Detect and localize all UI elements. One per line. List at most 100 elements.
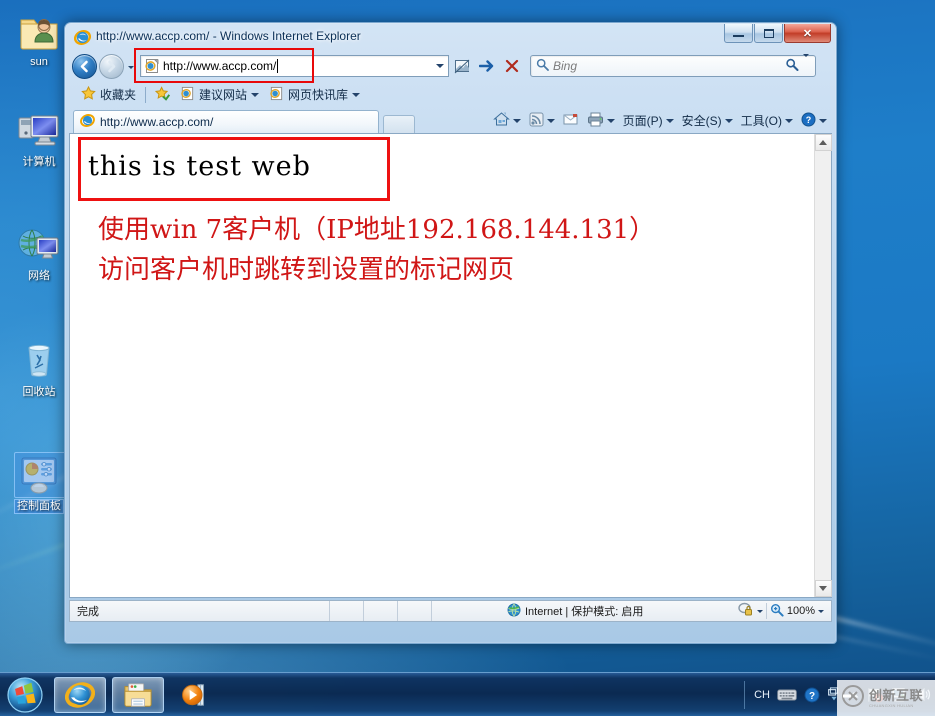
window-controls: ✕ bbox=[724, 24, 831, 43]
search-submit-icon[interactable] bbox=[785, 58, 799, 74]
cx-logo-icon bbox=[841, 684, 865, 713]
mail-icon bbox=[563, 113, 579, 129]
ie-icon bbox=[80, 113, 95, 131]
status-bar-right: 100% bbox=[738, 602, 831, 620]
home-button[interactable] bbox=[489, 109, 525, 132]
maximize-button[interactable] bbox=[754, 24, 783, 43]
chevron-down-icon[interactable] bbox=[352, 92, 361, 97]
chevron-down-icon[interactable] bbox=[606, 118, 615, 123]
feeds-button[interactable] bbox=[525, 110, 559, 132]
recycle-bin-icon bbox=[15, 338, 63, 384]
page-heading-text: this is test web bbox=[88, 151, 311, 182]
control-panel-icon bbox=[14, 452, 66, 498]
scroll-down-button[interactable] bbox=[814, 580, 832, 597]
status-panels bbox=[329, 601, 465, 621]
computer-icon bbox=[15, 108, 63, 154]
search-input[interactable]: Bing bbox=[553, 59, 785, 73]
start-button[interactable] bbox=[2, 675, 48, 715]
chevron-down-icon[interactable] bbox=[724, 118, 733, 123]
new-tab-button[interactable] bbox=[383, 115, 415, 133]
internet-explorer-window: http://www.accp.com/ - Windows Internet … bbox=[64, 22, 837, 644]
status-panel bbox=[397, 601, 431, 621]
user-folder-icon bbox=[15, 8, 63, 54]
rendered-web-page: this is test web 使用win 7客户机（IP地址192.168.… bbox=[70, 134, 814, 597]
back-button[interactable] bbox=[72, 53, 97, 79]
chevron-down-icon[interactable] bbox=[785, 118, 793, 123]
svg-text:?: ? bbox=[806, 115, 812, 125]
favorites-bar: 收藏夹 建议网站 网页快讯库 bbox=[68, 82, 833, 107]
zoom-level-label: 100% bbox=[786, 605, 815, 617]
window-titlebar[interactable]: http://www.accp.com/ - Windows Internet … bbox=[68, 24, 833, 50]
search-dropdown-button[interactable] bbox=[803, 54, 809, 75]
taskbar-button-media-player[interactable] bbox=[170, 677, 222, 713]
internet-explorer-icon bbox=[73, 29, 92, 46]
chevron-down-icon[interactable] bbox=[512, 118, 521, 123]
favorites-item-web-slice-gallery[interactable]: 网页快讯库 bbox=[264, 84, 365, 106]
internet-zone-icon bbox=[507, 603, 521, 620]
privacy-icon[interactable] bbox=[738, 602, 754, 620]
privacy-dropdown-icon[interactable] bbox=[756, 609, 763, 613]
desktop-icon-label: sun bbox=[30, 56, 48, 68]
favorites-item-label: 网页快讯库 bbox=[288, 88, 349, 102]
safety-menu-label: 安全(S) bbox=[681, 114, 722, 128]
annotation-line-1: 使用win 7客户机（IP地址192.168.144.131） bbox=[98, 215, 656, 245]
ie-icon bbox=[269, 86, 284, 104]
browser-tab[interactable]: http://www.accp.com/ bbox=[73, 110, 379, 133]
status-panel bbox=[431, 601, 465, 621]
navigation-bar: http://www.accp.com/ Bing bbox=[68, 48, 833, 83]
page-content-area: this is test web 使用win 7客户机（IP地址192.168.… bbox=[69, 133, 832, 598]
chevron-down-icon[interactable] bbox=[819, 118, 827, 123]
zoom-dropdown-icon[interactable] bbox=[818, 609, 824, 613]
close-button[interactable]: ✕ bbox=[784, 24, 831, 43]
search-box[interactable]: Bing bbox=[530, 54, 816, 77]
page-icon bbox=[144, 58, 160, 74]
minimize-icon bbox=[733, 35, 744, 37]
address-dropdown-button[interactable] bbox=[431, 56, 448, 76]
status-panel bbox=[329, 601, 363, 621]
vertical-scrollbar[interactable] bbox=[814, 134, 832, 597]
maximize-icon bbox=[763, 28, 774, 38]
minimize-button[interactable] bbox=[724, 24, 753, 43]
help-icon[interactable]: ? bbox=[804, 687, 820, 703]
recent-pages-button[interactable] bbox=[128, 61, 134, 71]
chevron-down-icon[interactable] bbox=[546, 118, 555, 123]
svg-text:?: ? bbox=[809, 691, 815, 702]
print-button[interactable] bbox=[583, 110, 619, 132]
security-zone-indicator[interactable]: Internet | 保护模式: 启用 bbox=[507, 603, 643, 620]
stop-button[interactable] bbox=[500, 54, 524, 78]
keyboard-icon[interactable] bbox=[777, 688, 797, 702]
help-menu-button[interactable]: ? bbox=[797, 110, 831, 132]
tools-menu-button[interactable]: 工具(O) bbox=[737, 110, 797, 131]
chevron-down-icon[interactable] bbox=[665, 118, 674, 123]
browser-tab-label: http://www.accp.com/ bbox=[100, 115, 214, 129]
safety-menu-button[interactable]: 安全(S) bbox=[678, 110, 737, 131]
tab-bar: http://www.accp.com/ 页面(P) 安全(S) 工具(O) ? bbox=[68, 107, 833, 133]
mail-button[interactable] bbox=[559, 111, 583, 131]
divider bbox=[145, 86, 147, 103]
scroll-up-button[interactable] bbox=[814, 134, 832, 151]
compatibility-view-button[interactable] bbox=[450, 54, 474, 78]
ime-language-indicator[interactable]: CH bbox=[754, 689, 770, 701]
star-icon bbox=[81, 85, 96, 104]
favorites-button[interactable]: 收藏夹 bbox=[76, 84, 141, 106]
print-icon bbox=[587, 112, 604, 130]
address-input[interactable]: http://www.accp.com/ bbox=[163, 59, 276, 73]
page-menu-label: 页面(P) bbox=[622, 114, 663, 128]
taskbar-button-internet-explorer[interactable] bbox=[54, 676, 106, 713]
address-bar-container: http://www.accp.com/ bbox=[134, 48, 449, 83]
chevron-down-icon[interactable] bbox=[251, 92, 260, 97]
divider bbox=[765, 603, 767, 619]
taskbar-button-windows-explorer[interactable] bbox=[112, 676, 164, 713]
page-menu-button[interactable]: 页面(P) bbox=[619, 110, 678, 131]
add-to-favorites-bar-button[interactable] bbox=[150, 84, 175, 106]
scroll-up-icon bbox=[819, 140, 827, 145]
taskbar: CH ? 创新互联 CHUANGXIN HULIAN bbox=[0, 672, 935, 716]
go-button[interactable] bbox=[475, 54, 499, 78]
tools-menu-label: 工具(O) bbox=[740, 114, 782, 128]
status-bar: 完成 Internet | 保护模式: 启用 100% bbox=[69, 600, 832, 622]
zoom-icon[interactable] bbox=[770, 603, 784, 620]
favorites-item-suggested-sites[interactable]: 建议网站 bbox=[175, 84, 264, 106]
forward-button[interactable] bbox=[99, 53, 124, 79]
search-icon bbox=[536, 58, 549, 74]
address-bar[interactable]: http://www.accp.com/ bbox=[140, 55, 449, 77]
